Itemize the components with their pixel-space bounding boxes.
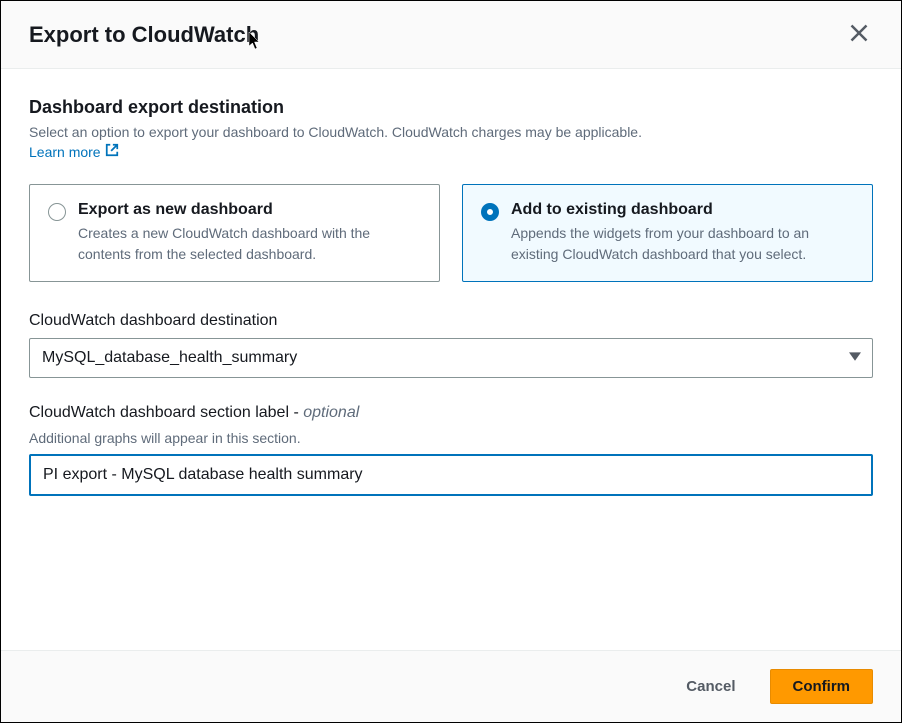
radio-icon — [481, 203, 499, 221]
learn-more-label: Learn more — [29, 144, 101, 160]
export-option-group: Export as new dashboard Creates a new Cl… — [29, 184, 873, 282]
confirm-button[interactable]: Confirm — [770, 669, 874, 704]
dialog-title: Export to CloudWatch — [29, 22, 259, 48]
external-link-icon — [105, 143, 119, 160]
cancel-button[interactable]: Cancel — [664, 669, 757, 704]
dialog-body: Dashboard export destination Select an o… — [1, 69, 901, 650]
section-label-input[interactable] — [29, 454, 873, 496]
option-existing-title: Add to existing dashboard — [511, 201, 854, 219]
dialog-footer: Cancel Confirm — [1, 650, 901, 722]
dialog-header: Export to CloudWatch — [1, 1, 901, 69]
option-existing-description: Appends the widgets from your dashboard … — [511, 223, 854, 265]
export-dialog: Export to CloudWatch Dashboard export de… — [1, 1, 901, 722]
radio-icon — [48, 203, 66, 221]
section-label-label: CloudWatch dashboard section label - opt… — [29, 404, 873, 422]
section-label-field: CloudWatch dashboard section label - opt… — [29, 404, 873, 496]
learn-more-link[interactable]: Learn more — [29, 143, 119, 160]
close-button[interactable] — [845, 19, 873, 50]
dashboard-destination-label: CloudWatch dashboard destination — [29, 312, 873, 330]
section-label-help: Additional graphs will appear in this se… — [29, 430, 873, 446]
destination-section-description: Select an option to export your dashboar… — [29, 122, 873, 143]
dashboard-destination-select[interactable] — [29, 338, 873, 378]
destination-section-title: Dashboard export destination — [29, 97, 873, 118]
option-new-description: Creates a new CloudWatch dashboard with … — [78, 223, 421, 265]
option-add-existing[interactable]: Add to existing dashboard Appends the wi… — [462, 184, 873, 282]
dashboard-destination-field: CloudWatch dashboard destination — [29, 312, 873, 378]
option-export-new[interactable]: Export as new dashboard Creates a new Cl… — [29, 184, 440, 282]
option-new-title: Export as new dashboard — [78, 201, 421, 219]
close-icon — [849, 31, 869, 46]
dashboard-select-wrapper — [29, 338, 873, 378]
